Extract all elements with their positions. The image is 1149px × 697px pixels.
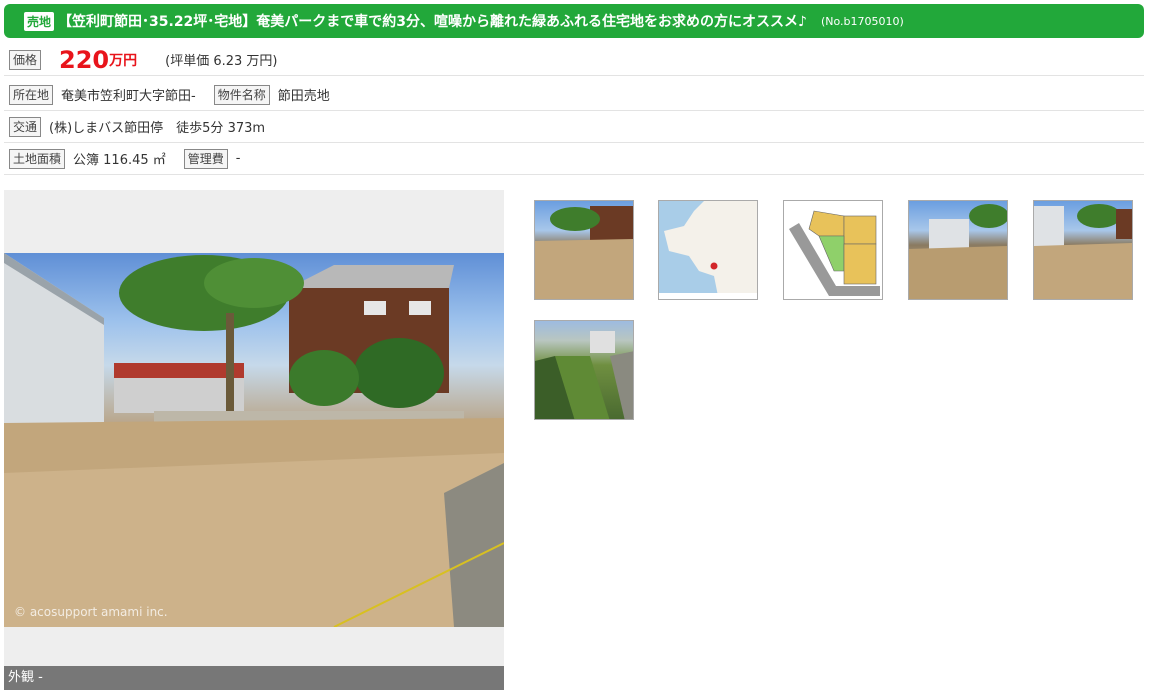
price-per-tsubo: (坪単価 6.23 万円) (165, 54, 278, 69)
thumbnail-photo-1-image (535, 206, 633, 299)
property-type-badge: 売地 (24, 11, 55, 31)
location-value: 奄美市笠利町大字節田- (61, 89, 196, 104)
thumbnail-photo-4-image (535, 331, 633, 419)
thumbnail-plot-plan[interactable] (783, 200, 883, 300)
thumbnail-photo-1[interactable] (534, 200, 634, 300)
land-area-row: 土地面積 公簿 116.45 ㎡ 管理費 - (4, 143, 1144, 175)
land-area-label: 土地面積 (9, 148, 66, 169)
management-fee-value: - (235, 151, 241, 166)
land-area-value: 公簿 116.45 ㎡ (73, 153, 166, 168)
thumbnail-photo-3-image (1034, 204, 1132, 299)
property-number: (No.b1705010) (820, 14, 904, 28)
main-photo-image (4, 253, 504, 627)
thumbnail-plot-plan-image (789, 210, 880, 296)
location-row: 所在地 奄美市笠利町大字節田- 物件名称 節田売地 (4, 79, 1144, 111)
photo-caption: 外観 - (4, 666, 504, 690)
transport-label: 交通 (9, 116, 42, 137)
photo-watermark: © acosupport amami inc. (14, 605, 168, 619)
thumbnail-photo-3[interactable] (1033, 200, 1133, 300)
property-title: 【笠利町節田･35.22坪･宅地】奄美パークまで車で約3分、喧噪から離れた緑あふ… (58, 14, 807, 30)
thumbnail-map-image (659, 201, 757, 299)
title-bar: 売地 【笠利町節田･35.22坪･宅地】奄美パークまで車で約3分、喧噪から離れた… (4, 4, 1144, 38)
price-row: 価格 220 万円 (坪単価 6.23 万円) (4, 44, 1144, 76)
property-name-label: 物件名称 (213, 84, 270, 105)
price-label: 価格 (9, 49, 42, 70)
thumbnail-map[interactable] (658, 200, 758, 300)
thumbnail-photo-4[interactable] (534, 320, 634, 420)
thumbnail-photo-2-image (909, 204, 1007, 299)
main-photo-viewer: © acosupport amami inc. 外観 - (4, 190, 504, 690)
property-name-value: 節田売地 (277, 89, 330, 104)
thumbnail-photo-2[interactable] (908, 200, 1008, 300)
location-label: 所在地 (9, 84, 54, 105)
main-photo[interactable]: © acosupport amami inc. (4, 253, 504, 627)
transport-row: 交通 (株)しまバス節田停 徒歩5分 373m (4, 111, 1144, 143)
management-fee-label: 管理費 (183, 148, 228, 169)
price-value: 220 (59, 45, 110, 74)
price-unit: 万円 (109, 52, 138, 69)
transport-value: (株)しまバス節田停 徒歩5分 373m (49, 121, 266, 136)
